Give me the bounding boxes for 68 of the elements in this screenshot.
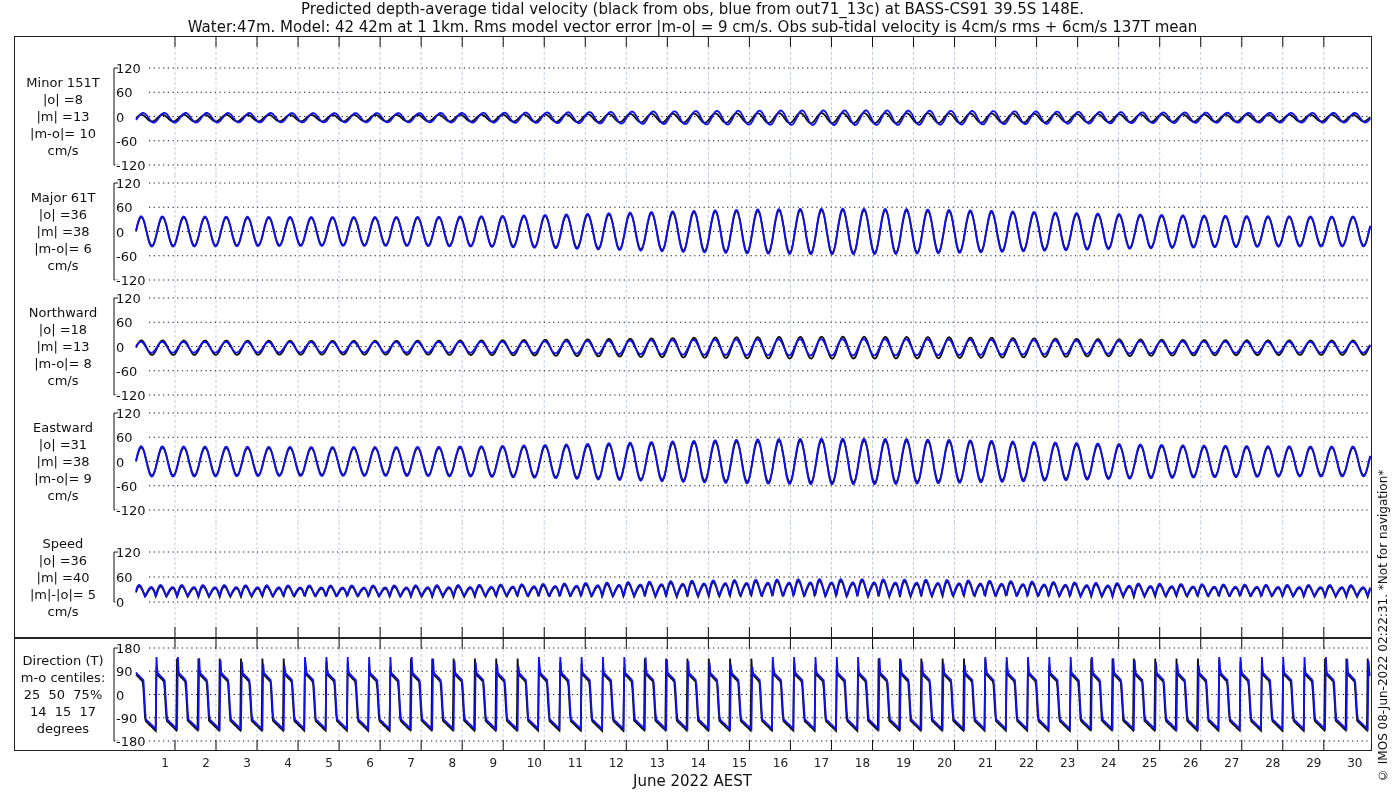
chart-title: Water:47m. Model: 42 42m at 1 1km. Rms model vector error |m-o| = 9 cm/s. Obs sub-tidal velocity is 4cm/s rms + 6cm/s 137T mean <box>187 18 1198 36</box>
y-tick-label: 0 <box>116 454 125 470</box>
panel-label: Speed |o| =36 |m| =40 |m|-|o|= 5 cm/s <box>29 534 97 620</box>
day-label: 17 <box>813 756 830 770</box>
y-tick-label: 180 <box>116 641 141 656</box>
day-label: 11 <box>567 756 583 770</box>
day-label: 21 <box>977 756 994 770</box>
y-tick-label: 0 <box>116 595 125 610</box>
y-tick-label: 60 <box>116 85 133 101</box>
day-label: 14 <box>690 756 707 770</box>
y-tick-label: -120 <box>116 273 146 288</box>
y-tick-label: 120 <box>116 61 141 76</box>
day-label: 25 <box>1142 756 1158 770</box>
day-label: 8 <box>448 756 457 770</box>
y-tick-label: -120 <box>116 503 146 518</box>
day-label: 24 <box>1101 756 1117 770</box>
y-tick-label: 90 <box>116 664 133 680</box>
day-label: 13 <box>649 756 665 770</box>
day-label: 26 <box>1183 756 1199 770</box>
panel-label: Eastward |o| =31 |m| =38 |m-o|= 9 cm/s <box>33 419 93 504</box>
y-tick-label: 0 <box>116 687 125 703</box>
copyright-note: © IMOS 08-Jun-2022 02:22:31. *Not for navigation* <box>1375 468 1391 782</box>
day-label: 18 <box>854 756 871 770</box>
y-tick-label: -120 <box>116 158 146 173</box>
y-tick-label: 120 <box>116 176 141 191</box>
day-label: 16 <box>772 756 789 770</box>
x-axis-label: June 2022 AEST <box>633 772 752 790</box>
y-tick-label: 0 <box>116 224 125 240</box>
day-label: 29 <box>1306 756 1322 770</box>
y-tick-label: 120 <box>116 545 141 560</box>
day-label: 7 <box>407 756 415 770</box>
day-label: 3 <box>243 756 251 770</box>
day-label: 28 <box>1265 756 1281 770</box>
day-label: 5 <box>325 756 333 770</box>
day-label: 15 <box>731 756 748 770</box>
day-label: 22 <box>1019 756 1035 770</box>
y-tick-label: 120 <box>116 406 141 421</box>
y-tick-label: -120 <box>116 388 146 403</box>
day-label: 12 <box>608 756 624 770</box>
y-tick-label: 60 <box>116 570 133 585</box>
y-tick-label: -90 <box>116 710 138 726</box>
y-tick-label: 60 <box>116 315 133 331</box>
y-tick-label: -60 <box>116 478 138 494</box>
day-label: 2 <box>202 756 210 770</box>
day-label: 6 <box>366 756 374 770</box>
day-label: 1 <box>161 756 169 770</box>
panel-label: Minor 151T |o| =8 |m| =13 |m-o|= 10 cm/s <box>26 74 100 159</box>
panel-label: Major 61T |o| =36 |m| =38 |m-o|= 6 cm/s <box>30 189 96 274</box>
day-label: 4 <box>284 756 292 770</box>
y-tick-label: -60 <box>116 133 138 149</box>
day-label: 30 <box>1347 756 1363 770</box>
day-label: 20 <box>936 756 953 770</box>
y-tick-label: -60 <box>116 248 138 264</box>
y-tick-label: 120 <box>116 291 141 306</box>
day-label: 9 <box>489 756 498 770</box>
y-tick-label: 60 <box>116 430 133 446</box>
panel-label: Direction (T) m-o centiles: 25 50 75% 14 15 17 degrees <box>20 652 106 737</box>
day-label: 23 <box>1060 756 1076 770</box>
panel-label: Northward |o| =18 |m| =13 |m-o|= 8 cm/s <box>28 304 98 389</box>
chart-title: Predicted depth-average tidal velocity (black from obs, blue from out71_13c) at BASS-CS91 39.5S 148E. <box>301 0 1084 18</box>
day-label: 10 <box>526 756 542 770</box>
day-label: 19 <box>895 756 912 770</box>
y-tick-label: -60 <box>116 363 138 379</box>
y-tick-label: 60 <box>116 200 133 216</box>
y-tick-label: 0 <box>116 339 125 355</box>
y-tick-label: 0 <box>116 109 125 125</box>
y-tick-label: -180 <box>116 734 146 749</box>
day-label: 27 <box>1224 756 1240 770</box>
